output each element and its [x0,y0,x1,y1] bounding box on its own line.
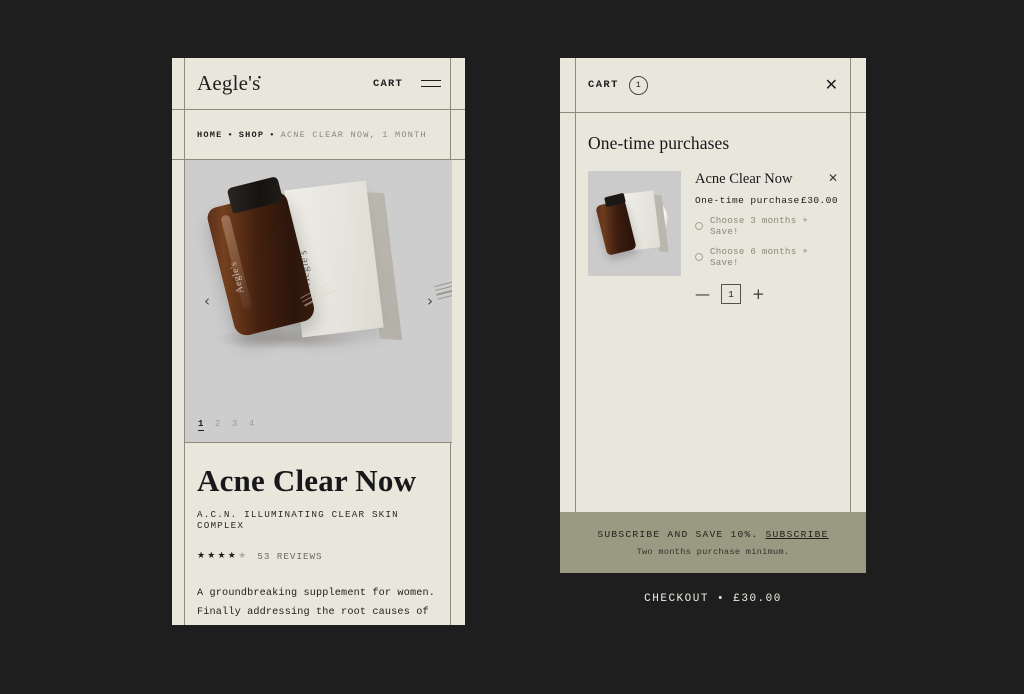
product-title: Acne Clear Now [197,463,417,498]
cart-item-details: Acne Clear Now ✕ One-time purchase £30.0… [695,171,838,304]
radio-icon[interactable] [695,253,703,261]
quantity-decrease-button[interactable]: — [695,286,710,302]
review-count-link[interactable]: 53 REVIEWS [257,551,322,562]
header-actions: CART [373,78,441,90]
brand-logo-mark: • [257,72,262,84]
quantity-increase-button[interactable]: + [752,286,765,302]
subscribe-link[interactable]: SUBSCRIBE [766,529,829,540]
breadcrumb-separator: • [269,129,276,140]
subscribe-promo-note: Two months purchase minimum. [636,547,790,557]
subscribe-promo-text: SUBSCRIBE AND SAVE 10%. SUBSCRIBE [570,529,856,540]
brand-logo-text: Aegle's [197,71,261,95]
rating-stars: ★★★★★ [197,551,249,562]
breadcrumb-separator: • [227,129,234,140]
product-gallery[interactable]: Aegle's Aegle's ‹ › 1 2 3 4 [185,160,452,443]
cart-item-price: £30.00 [801,195,838,206]
product-image: Aegle's Aegle's [185,160,452,442]
quantity-input[interactable]: 1 [721,284,741,304]
site-header: Aegle's • CART [172,58,465,110]
brand-logo[interactable]: Aegle's • [197,71,261,96]
subscribe-promo-banner: SUBSCRIBE AND SAVE 10%. SUBSCRIBE Two mo… [560,512,866,573]
gallery-page-2[interactable]: 2 [215,419,221,431]
gallery-page-3[interactable]: 3 [232,419,238,431]
checkout-button[interactable]: CHECKOUT • £30.00 [560,573,866,625]
cart-panel: CART 1 ✕ One-time purchases Acne Clear N… [560,58,866,625]
option-6-months[interactable]: Choose 6 months + Save! [695,246,838,268]
product-detail-panel: Aegle's • CART HOME • SHOP • ACNE CLEAR … [172,58,465,625]
radio-icon[interactable] [695,222,703,230]
breadcrumb: HOME • SHOP • ACNE CLEAR NOW, 1 MONTH [172,110,465,160]
remove-item-icon[interactable]: ✕ [828,171,838,187]
cart-item-name: Acne Clear Now [695,171,793,187]
subscribe-promo-message: SUBSCRIBE AND SAVE 10%. [597,529,759,540]
header-cart-button[interactable]: CART [373,78,403,90]
cart-count-badge: 1 [628,75,648,95]
product-info: Acne Clear Now A.C.N. ILLUMINATING CLEAR… [172,443,465,625]
breadcrumb-item-home[interactable]: HOME [197,130,222,140]
gallery-prev-icon[interactable]: ‹ [196,290,218,312]
cart-item-header: Acne Clear Now ✕ [695,171,838,188]
gallery-pagination: 1 2 3 4 [198,419,255,431]
breadcrumb-item-current: ACNE CLEAR NOW, 1 MONTH [280,129,427,140]
quantity-stepper: — 1 + [695,284,838,304]
gallery-page-4[interactable]: 4 [249,419,255,431]
cart-header: CART 1 ✕ [560,58,866,113]
checkout-button-label: CHECKOUT • £30.00 [644,593,782,605]
close-icon[interactable]: ✕ [825,77,838,93]
option-3-months-label: Choose 3 months + Save! [710,215,808,237]
cart-item-thumbnail[interactable] [588,171,681,276]
purchase-type-label: One-time purchase [695,195,800,206]
cart-item-price-row: One-time purchase £30.00 [695,195,838,206]
hamburger-menu-icon[interactable] [421,78,441,89]
product-rating[interactable]: ★★★★★ 53 REVIEWS [197,551,440,562]
option-6-months-label: Choose 6 months + Save! [710,246,808,268]
product-description: A groundbreaking supplement for women. F… [197,587,436,619]
gallery-next-icon[interactable]: › [419,290,441,312]
cart-body: One-time purchases Acne Clear Now ✕ One-… [560,113,866,512]
cart-line-item: Acne Clear Now ✕ One-time purchase £30.0… [588,171,838,304]
gallery-page-1[interactable]: 1 [198,419,204,431]
breadcrumb-item-shop[interactable]: SHOP [239,130,264,140]
cart-title: CART [588,79,619,91]
cart-section-title: One-time purchases [588,133,730,153]
option-3-months[interactable]: Choose 3 months + Save! [695,215,838,237]
product-subtitle: A.C.N. ILLUMINATING CLEAR SKIN COMPLEX [197,508,399,531]
